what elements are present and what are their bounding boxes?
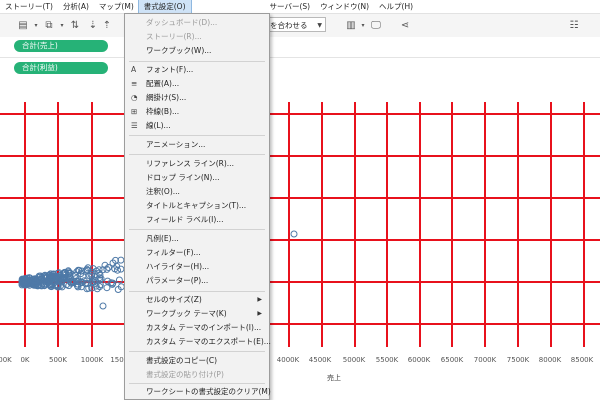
- menu-item-dashboard[interactable]: ダッシュボード(D)...: [125, 16, 269, 30]
- menu-item-field-labels[interactable]: フィールド ラベル(I)...: [125, 213, 269, 227]
- x-tick: 7000K: [473, 356, 497, 364]
- menu-item-borders[interactable]: ⊞ 枠線(B)...: [125, 105, 269, 119]
- x-tick: 7500K: [506, 356, 530, 364]
- lines-icon: ☰: [131, 121, 138, 130]
- data-point-outlier: [290, 230, 298, 238]
- x-tick: 5000K: [342, 356, 366, 364]
- chevron-down-icon[interactable]: ▾: [356, 18, 370, 32]
- chart-area: 00K 0K 500K 1000K 150 4000K 4500K 5000K …: [0, 82, 600, 400]
- pill-sales[interactable]: 合計(売上): [14, 40, 108, 52]
- fit-select[interactable]: を合わせる ▼: [266, 17, 326, 32]
- menu-server[interactable]: サーバー(S): [265, 0, 316, 13]
- data-point: [103, 284, 111, 292]
- menu-bar: ストーリー(T) 分析(A) マップ(M) 書式設定(O) サーバー(S) ウィ…: [0, 0, 600, 14]
- share-icon[interactable]: ⋖: [398, 18, 412, 32]
- menu-item-workbook-theme[interactable]: ワークブック テーマ(K) ▶: [125, 307, 269, 321]
- x-tick: 8000K: [538, 356, 562, 364]
- menu-help[interactable]: ヘルプ(H): [374, 0, 418, 13]
- menu-item-export-theme[interactable]: カスタム テーマのエクスポート(E)...: [125, 335, 271, 349]
- menu-story[interactable]: ストーリー(T): [0, 0, 58, 13]
- menu-separator: [129, 229, 265, 230]
- menu-separator: [129, 351, 265, 352]
- menu-item-paste-format[interactable]: 書式設定の貼り付け(P): [125, 368, 269, 382]
- format-menu: ダッシュボード(D)... ストーリー(R)... ワークブック(W)... A…: [124, 13, 271, 400]
- sort-desc-icon[interactable]: ⇡: [100, 18, 114, 32]
- x-tick: 8500K: [570, 356, 594, 364]
- menu-item-drop-lines[interactable]: ドロップ ライン(N)...: [125, 171, 269, 185]
- font-icon: A: [131, 65, 137, 74]
- pill-profit[interactable]: 合計(利益): [14, 62, 108, 74]
- menu-separator: [129, 61, 265, 62]
- chart-type-icon[interactable]: ▤: [16, 18, 30, 32]
- x-tick: 500K: [49, 356, 67, 364]
- menu-item-titles-captions[interactable]: タイトルとキャプション(T)...: [125, 199, 269, 213]
- x-tick: 6000K: [407, 356, 431, 364]
- x-axis-title: 売上: [327, 374, 341, 382]
- x-tick: 6500K: [440, 356, 464, 364]
- submenu-arrow-icon: ▶: [257, 296, 262, 303]
- menu-separator: [129, 291, 265, 292]
- sort-icon[interactable]: ⇣: [86, 18, 100, 32]
- chevron-down-icon[interactable]: ▾: [55, 18, 69, 32]
- menu-separator: [129, 135, 265, 136]
- menu-format[interactable]: 書式設定(O): [137, 0, 192, 14]
- menu-item-legends[interactable]: 凡例(E)...: [125, 232, 269, 246]
- shading-icon: ◔: [131, 93, 138, 102]
- menu-analysis[interactable]: 分析(A): [58, 0, 94, 13]
- menu-item-highlighters[interactable]: ハイライター(H)...: [125, 260, 269, 274]
- menu-item-filters[interactable]: フィルター(F)...: [125, 246, 269, 260]
- toolbar: ▤ ▾ ⧉ ▾ ⇅ ⇣ ⇡ を合わせる ▼ ▥ ▾ 🖵 ⋖ ☷: [0, 13, 600, 38]
- x-tick: 4500K: [308, 356, 332, 364]
- menu-window[interactable]: ウィンドウ(N): [315, 0, 374, 13]
- menu-item-workbook[interactable]: ワークブック(W)...: [125, 44, 269, 58]
- x-tick: 150: [110, 356, 124, 364]
- data-point-outlier: [99, 302, 107, 310]
- menu-separator: [129, 154, 265, 155]
- menu-item-alignment[interactable]: ≡ 配置(A)...: [125, 77, 269, 91]
- shelf-divider: [0, 57, 600, 58]
- chevron-down-icon[interactable]: ▾: [29, 18, 43, 32]
- menu-item-clear-format[interactable]: ワークシートの書式設定のクリア(M): [125, 385, 271, 399]
- swap-icon[interactable]: ⇅: [68, 18, 82, 32]
- menu-item-import-theme[interactable]: カスタム テーマのインポート(I)...: [125, 321, 269, 335]
- menu-item-lines[interactable]: ☰ 線(L)...: [125, 119, 269, 133]
- presentation-icon[interactable]: 🖵: [369, 18, 383, 32]
- duplicate-sheet-icon[interactable]: ⧉: [42, 18, 56, 32]
- menu-item-cell-size[interactable]: セルのサイズ(Z) ▶: [125, 293, 269, 307]
- menu-item-shading[interactable]: ◔ 網掛け(S)...: [125, 91, 269, 105]
- menu-item-story[interactable]: ストーリー(R)...: [125, 30, 269, 44]
- menu-map[interactable]: マップ(M): [94, 0, 139, 13]
- scatter-plot: [0, 102, 600, 347]
- show-me-icon[interactable]: ☷: [567, 18, 581, 32]
- shelves-area: 合計(売上) 合計(利益): [0, 37, 600, 79]
- submenu-arrow-icon: ▶: [257, 310, 262, 317]
- borders-icon: ⊞: [131, 107, 138, 116]
- x-tick: 0K: [20, 356, 30, 364]
- x-tick: 00K: [0, 356, 12, 364]
- menu-item-annotations[interactable]: 注釈(O)...: [125, 185, 269, 199]
- menu-item-copy-format[interactable]: 書式設定のコピー(C): [125, 354, 269, 368]
- alignment-icon: ≡: [131, 79, 138, 88]
- menu-separator: [129, 383, 265, 384]
- fit-select-value: を合わせる: [270, 21, 308, 30]
- x-tick: 1000K: [80, 356, 104, 364]
- menu-item-reference-lines[interactable]: リファレンス ライン(R)...: [125, 157, 269, 171]
- menu-item-font[interactable]: A フォント(F)...: [125, 63, 269, 77]
- x-tick: 4000K: [276, 356, 300, 364]
- x-tick: 5500K: [375, 356, 399, 364]
- menu-item-animation[interactable]: アニメーション...: [125, 138, 269, 152]
- menu-item-parameters[interactable]: パラメーター(P)...: [125, 274, 269, 288]
- chevron-down-icon: ▼: [317, 22, 322, 29]
